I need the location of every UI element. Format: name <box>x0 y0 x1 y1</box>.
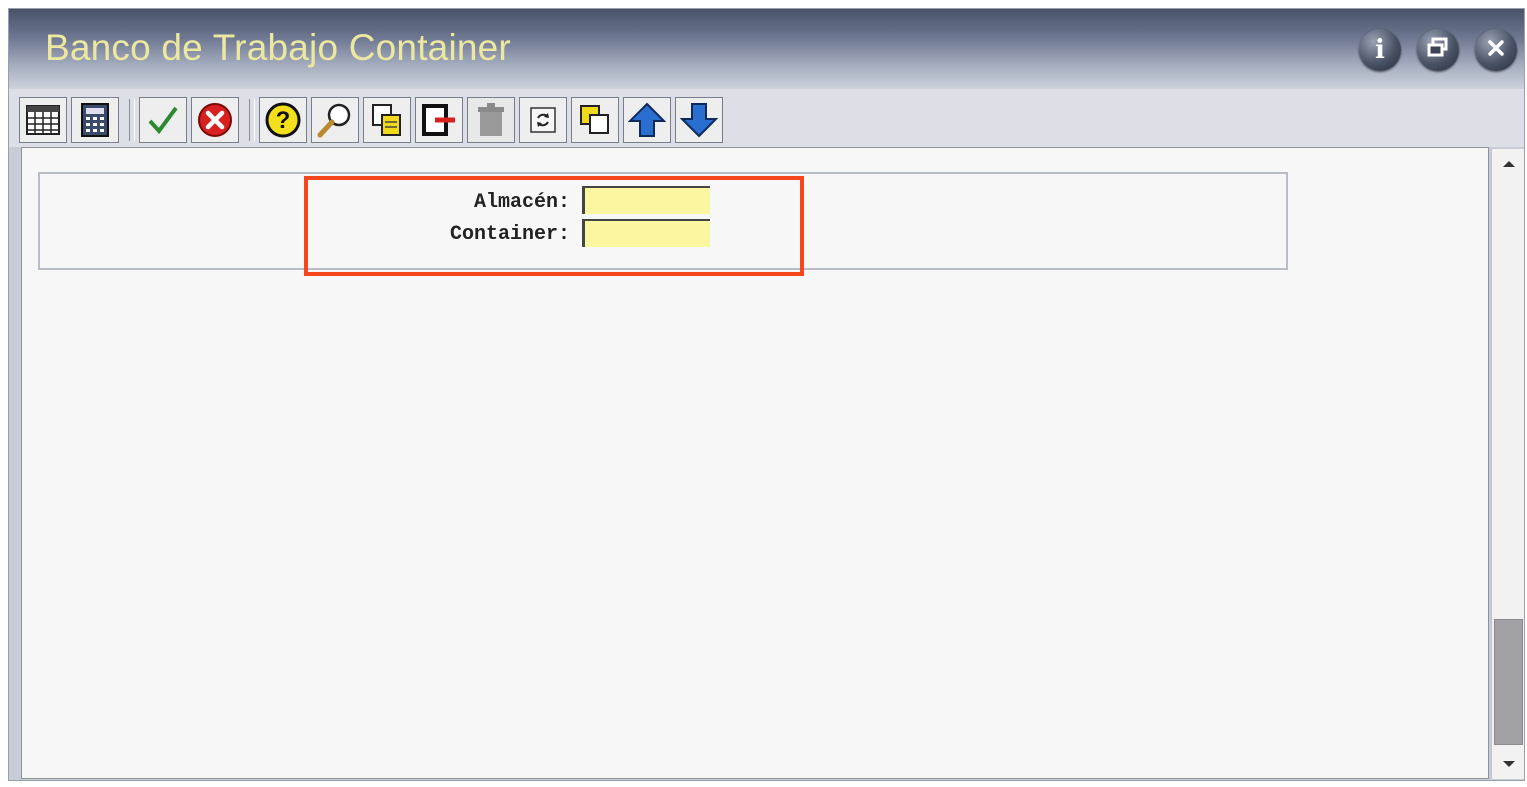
application-window: Banco de Trabajo Container i ? Almacén: … <box>8 8 1525 781</box>
delete-button[interactable] <box>467 97 515 143</box>
vertical-scrollbar[interactable] <box>1491 149 1524 779</box>
scrollbar-thumb[interactable] <box>1494 619 1523 745</box>
table-view-button[interactable] <box>19 97 67 143</box>
search-form-frame: Almacén: Container: <box>38 172 1288 270</box>
container-input[interactable] <box>582 219 710 247</box>
cancel-button[interactable] <box>191 97 239 143</box>
exit-button[interactable] <box>415 97 463 143</box>
title-bar[interactable]: Banco de Trabajo Container i <box>9 9 1524 89</box>
svg-text:?: ? <box>276 107 291 134</box>
help-icon: ? <box>264 101 302 139</box>
exit-icon <box>421 103 457 137</box>
duplicate-icon <box>578 103 612 137</box>
content-area: Almacén: Container: <box>21 147 1489 779</box>
restore-button[interactable] <box>1417 29 1459 71</box>
almacen-input[interactable] <box>582 186 710 214</box>
duplicate-button[interactable] <box>571 97 619 143</box>
search-icon <box>316 102 354 138</box>
container-label: Container: <box>449 223 570 246</box>
info-icon: i <box>1375 35 1385 65</box>
table-grid-icon <box>25 104 61 136</box>
calculator-icon <box>79 103 111 137</box>
copy-record-icon <box>370 102 404 138</box>
delete-icon <box>476 102 506 138</box>
toolbar: ? <box>9 89 1524 147</box>
next-record-button[interactable] <box>675 97 723 143</box>
arrow-down-icon <box>680 102 718 138</box>
toolbar-separator <box>129 99 135 141</box>
scroll-down-arrow-icon <box>1502 755 1516 773</box>
refresh-button[interactable] <box>519 97 567 143</box>
previous-record-button[interactable] <box>623 97 671 143</box>
window-title: Banco de Trabajo Container <box>45 27 511 68</box>
scroll-up-button[interactable] <box>1492 149 1524 179</box>
cancel-icon <box>197 102 233 138</box>
refresh-icon <box>528 105 558 135</box>
help-button[interactable]: ? <box>259 97 307 143</box>
scroll-down-button[interactable] <box>1492 749 1524 779</box>
checkmark-icon <box>146 105 180 135</box>
scroll-up-arrow-icon <box>1502 155 1516 173</box>
restore-icon <box>1427 36 1449 64</box>
accept-button[interactable] <box>139 97 187 143</box>
toolbar-separator <box>249 99 255 141</box>
copy-record-button[interactable] <box>363 97 411 143</box>
search-button[interactable] <box>311 97 359 143</box>
info-button[interactable]: i <box>1359 29 1401 71</box>
almacen-label: Almacén: <box>473 191 570 214</box>
close-icon <box>1487 36 1505 64</box>
arrow-up-icon <box>628 102 666 138</box>
close-button[interactable] <box>1475 29 1517 71</box>
calculator-button[interactable] <box>71 97 119 143</box>
